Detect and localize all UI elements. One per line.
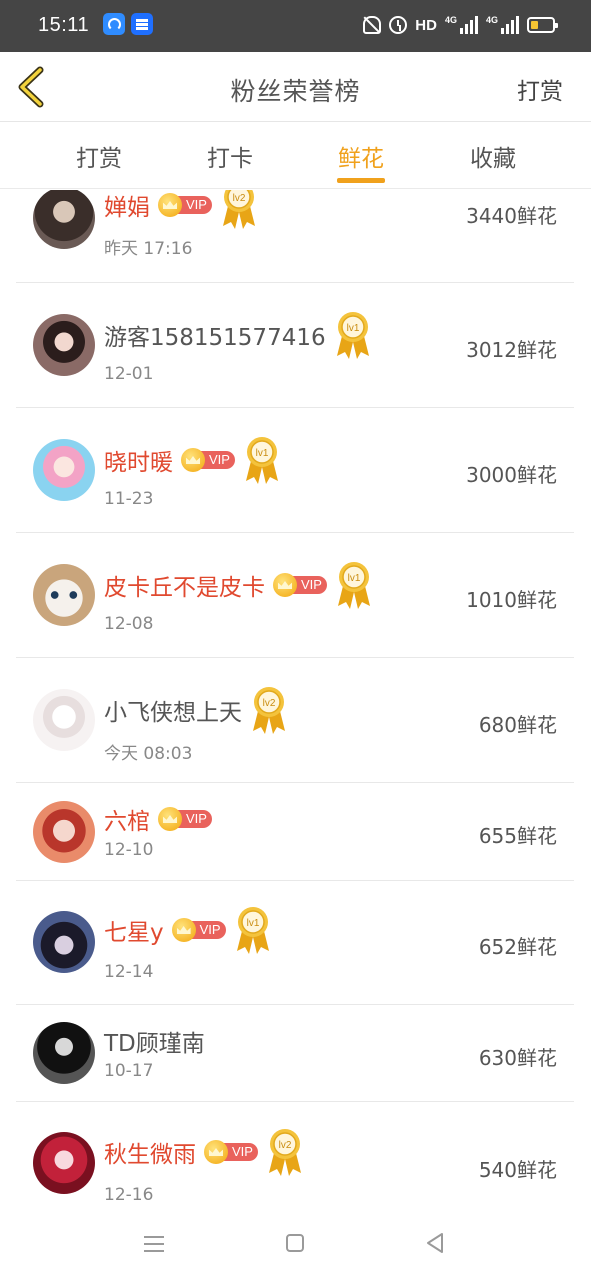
- date: 12-16: [104, 1185, 154, 1205]
- date: 昨天 17:16: [104, 239, 193, 259]
- date: 12-01: [104, 364, 154, 384]
- crown-icon: [204, 1140, 228, 1164]
- medal-icon: lv2: [220, 190, 258, 230]
- alarm-icon: [389, 16, 408, 34]
- battery-icon: [527, 17, 558, 33]
- avatar[interactable]: [33, 1132, 95, 1194]
- app-notification-icon: [103, 13, 125, 35]
- triangle-back-icon[interactable]: [424, 1232, 446, 1254]
- medal-icon: lv1: [335, 560, 373, 610]
- tab-flowers[interactable]: 鲜花: [321, 139, 401, 173]
- flower-count: 680鲜花: [478, 713, 557, 737]
- list-item[interactable]: 七星y VIP lv1 12-14 652鲜花: [16, 881, 574, 1005]
- avatar[interactable]: [33, 911, 95, 973]
- flower-count: 3000鲜花: [466, 463, 557, 487]
- username: 七星y: [104, 920, 164, 946]
- fan-ranking-list[interactable]: 婵娟 VIP lv2 昨天 17:16 3440鲜花 游客15815157741…: [0, 190, 591, 1214]
- avatar[interactable]: [33, 801, 95, 863]
- chevron-left-icon: [18, 66, 44, 108]
- list-item[interactable]: 小飞侠想上天 lv2 今天 08:03 680鲜花: [16, 658, 574, 783]
- svg-text:lv2: lv2: [279, 1140, 292, 1151]
- avatar[interactable]: [33, 439, 95, 501]
- svg-text:lv1: lv1: [346, 323, 359, 334]
- nav-bar: 粉丝荣誉榜 打赏: [0, 52, 591, 122]
- hd-label: HD: [415, 16, 437, 34]
- date: 10-17: [104, 1061, 154, 1081]
- crown-icon: [171, 918, 196, 942]
- username: 六棺: [104, 809, 150, 835]
- username: 秋生微雨: [104, 1142, 196, 1168]
- date: 11-23: [104, 489, 154, 509]
- date: 今天 08:03: [104, 744, 193, 764]
- flower-count: 1010鲜花: [466, 588, 557, 612]
- svg-text:lv1: lv1: [246, 918, 259, 929]
- vip-badge: VIP: [158, 193, 212, 217]
- crown-icon: [158, 807, 182, 831]
- avatar[interactable]: [33, 314, 95, 376]
- list-item[interactable]: TD顾瑾南 10-17 630鲜花: [16, 1005, 574, 1102]
- flower-count: 630鲜花: [478, 1046, 557, 1070]
- medal-icon: lv1: [243, 435, 281, 485]
- crown-icon: [181, 448, 205, 472]
- avatar[interactable]: [33, 1022, 95, 1084]
- status-bar: 15:11 HD 4G 4G: [0, 0, 591, 52]
- square-home-icon[interactable]: [286, 1234, 304, 1252]
- avatar[interactable]: [33, 564, 95, 626]
- list-item[interactable]: 晓时暖 VIP lv1 11-23 3000鲜花: [16, 408, 574, 533]
- reward-button[interactable]: 打赏: [517, 72, 563, 106]
- username: 婵娟: [104, 195, 150, 221]
- date: 12-14: [104, 962, 154, 982]
- date: 12-10: [104, 840, 154, 860]
- list-item[interactable]: 婵娟 VIP lv2 昨天 17:16 3440鲜花: [16, 190, 574, 283]
- medal-icon: lv2: [250, 685, 288, 735]
- username: 晓时暖: [104, 450, 173, 476]
- crown-icon: [158, 193, 182, 217]
- active-tab-indicator: [337, 178, 385, 183]
- medal-icon: lv1: [334, 310, 372, 360]
- tab-checkin[interactable]: 打卡: [190, 139, 270, 173]
- list-item[interactable]: 六棺 VIP 12-10 655鲜花: [16, 783, 574, 881]
- status-time: 15:11: [38, 14, 90, 36]
- flower-count: 540鲜花: [478, 1158, 557, 1182]
- flower-count: 652鲜花: [478, 935, 557, 959]
- app-stack-icon: [131, 13, 153, 35]
- medal-icon: lv1: [234, 905, 272, 955]
- crown-icon: [273, 573, 297, 597]
- svg-text:lv2: lv2: [263, 698, 276, 709]
- vip-badge: VIP: [273, 573, 327, 597]
- signal-icon: 4G: [445, 16, 478, 34]
- tab-favorites[interactable]: 收藏: [453, 139, 533, 173]
- flower-count: 655鲜花: [478, 824, 557, 848]
- username: 游客158151577416: [104, 325, 326, 351]
- vip-badge: VIP: [158, 807, 212, 831]
- list-item[interactable]: 皮卡丘不是皮卡 VIP lv1 12-08 1010鲜花: [16, 533, 574, 658]
- list-item[interactable]: 秋生微雨 VIP lv2 12-16 540鲜花: [16, 1102, 574, 1214]
- svg-text:lv2: lv2: [233, 193, 246, 204]
- username: 小飞侠想上天: [104, 700, 242, 726]
- page-title: 粉丝荣誉榜: [230, 77, 361, 106]
- tab-reward[interactable]: 打赏: [59, 139, 139, 173]
- flower-count: 3440鲜花: [466, 204, 557, 228]
- vip-badge: VIP: [204, 1140, 258, 1164]
- status-indicators: HD 4G 4G: [363, 13, 558, 37]
- signal-icon: 4G: [486, 16, 519, 34]
- svg-text:lv1: lv1: [348, 573, 361, 584]
- back-button[interactable]: [14, 64, 58, 110]
- list-item[interactable]: 游客158151577416 lv1 12-01 3012鲜花: [16, 283, 574, 408]
- avatar[interactable]: [33, 190, 95, 249]
- vip-badge: VIP: [181, 448, 235, 472]
- username: TD顾瑾南: [104, 1031, 205, 1057]
- system-nav-bar: [0, 1214, 591, 1280]
- date: 12-08: [104, 614, 154, 634]
- flower-count: 3012鲜花: [466, 338, 557, 362]
- medal-icon: lv2: [266, 1127, 304, 1177]
- avatar[interactable]: [33, 689, 95, 751]
- menu-icon[interactable]: [144, 1236, 164, 1252]
- vip-badge: VIP: [171, 918, 226, 942]
- svg-text:lv1: lv1: [256, 448, 269, 459]
- tab-bar: 打赏 打卡 鲜花 收藏: [0, 123, 591, 189]
- mute-bell-icon: [363, 16, 382, 34]
- username: 皮卡丘不是皮卡: [104, 575, 265, 601]
